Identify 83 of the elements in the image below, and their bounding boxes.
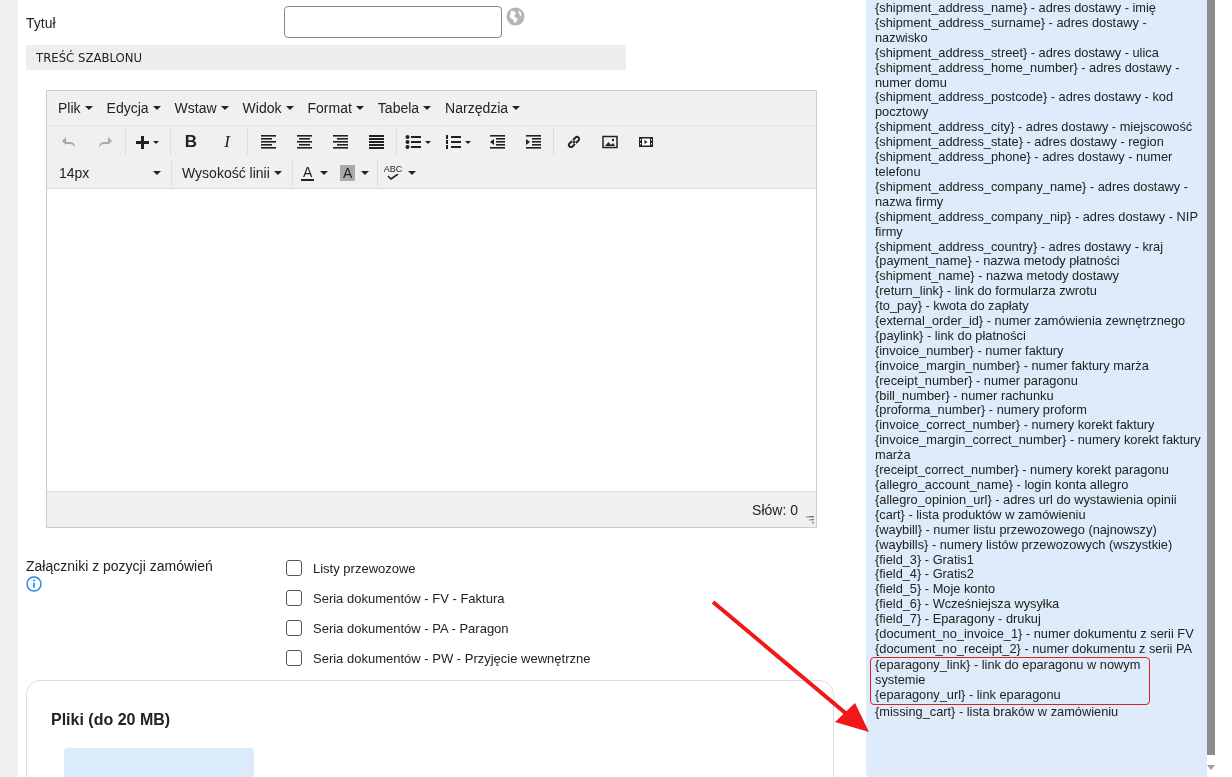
menu-item[interactable]: Wstaw: [174, 100, 229, 116]
checkbox-label[interactable]: Seria dokumentów - FV - Faktura: [313, 590, 505, 606]
indent-icon[interactable]: [525, 133, 541, 150]
section-header: TREŚĆ SZABLONU: [26, 45, 626, 70]
template-variable: {shipment_address_state} - adres dostawy - region: [875, 135, 1165, 151]
template-variable: {shipment_address_surname} - adres dostawy - nazwisko: [875, 15, 1147, 46]
template-variable: {eparagony_link} - link do eparagonu w nowym systemie: [875, 657, 1142, 688]
bold-button[interactable]: B: [173, 127, 209, 156]
checkbox-label[interactable]: Seria dokumentów - PA - Paragon: [313, 620, 509, 636]
template-variable: {waybills} - numery listów przewozowych (wszystkie): [875, 537, 1174, 553]
checkbox[interactable]: [286, 590, 302, 606]
attachments-label: Załączniki z pozycji zamówień: [26, 558, 213, 574]
template-variable: {receipt_correct_number} - numery korekt paragonu: [875, 463, 1170, 478]
italic-button[interactable]: I: [209, 127, 245, 156]
template-variable: {field_4} - Gratis2: [875, 567, 975, 583]
menu-item[interactable]: Edycja: [106, 100, 161, 116]
menu-item[interactable]: Narzędzia: [445, 100, 521, 116]
template-variable: {invoice_margin_number} - numer faktury marża: [875, 358, 1150, 374]
text-color-button[interactable]: A: [294, 158, 335, 187]
checkbox[interactable]: [286, 560, 302, 576]
template-variable: {proforma_number} - numery proform: [875, 403, 1088, 419]
template-variable: {shipment_address_street} - adres dostawy - ulica: [875, 45, 1160, 61]
template-variable: {payment_name} - nazwa metody płatności: [875, 254, 1120, 270]
template-variable: {external_order_id} - numer zamówienia zewnętrznego: [875, 314, 1187, 329]
template-variable: {allegro_account_name} - login konta allegro: [875, 478, 1130, 493]
template-variable: {shipment_address_postcode} - adres dostawy - kod pocztowy: [875, 90, 1175, 121]
checkbox-label[interactable]: Listy przewozowe: [313, 560, 416, 576]
image-icon[interactable]: [602, 133, 618, 150]
template-variable: {cart} - lista produktów w zamówieniu: [875, 507, 1086, 523]
template-variable: {field_7} - Eparagony - drukuj: [875, 612, 1042, 628]
text-align-icon[interactable]: [368, 133, 384, 150]
info-icon[interactable]: [26, 576, 42, 592]
text-align-icon[interactable]: [260, 133, 276, 150]
background-color-button[interactable]: A: [334, 158, 375, 187]
template-variable: {field_5} - Moje konto: [875, 582, 997, 598]
template-variable: {return_link} - link do formularza zwrotu: [875, 284, 1098, 300]
template-variable: {shipment_address_company_nip} - adres dostawy - NIP firmy: [875, 209, 1199, 240]
template-variable: {receipt_number} - numer paragonu: [875, 373, 1078, 389]
files-card-title: Pliki (do 20 MB): [51, 711, 172, 729]
text-align-icon[interactable]: [296, 133, 312, 150]
template-variable: {shipment_address_name} - adres dostawy - imię: [875, 1, 1157, 16]
text-align-icon[interactable]: [332, 133, 348, 150]
menu-item[interactable]: Plik: [58, 100, 93, 116]
word-count: Słów: 0: [752, 501, 798, 518]
title-input[interactable]: [284, 5, 502, 38]
template-variable: {shipment_address_phone} - adres dostawy - numer telefonu: [875, 150, 1174, 180]
spellcheck-button[interactable]: ABC: [379, 158, 421, 187]
checkbox-label[interactable]: Seria dokumentów - PW - Przyjęcie wewnętrzne: [313, 650, 591, 666]
menu-item[interactable]: Widok: [242, 100, 294, 116]
plus-icon[interactable]: [135, 133, 161, 150]
template-variable: {invoice_margin_correct_number} - numery korekt faktury marża: [875, 433, 1201, 464]
template-variable: {shipment_address_city} - adres dostawy - miejscowość: [875, 120, 1194, 136]
template-variable: {shipment_address_country} - adres dostawy - kraj: [875, 239, 1165, 255]
resize-handle-icon[interactable]: [806, 516, 814, 524]
template-variable: {allegro_opinion_url} - adres url do wystawienia opinii: [875, 492, 1178, 508]
template-variable: {document_no_receipt_2} - numer dokumentu z serii PA: [875, 641, 1194, 657]
numbered-list-icon[interactable]: [445, 133, 473, 150]
template-variable: {document_no_invoice_1} - numer dokumentu z serii FV: [875, 627, 1195, 642]
checkbox[interactable]: [286, 620, 302, 636]
template-variable: {missing_cart} - lista braków w zamówieniu: [875, 704, 1120, 720]
bullet-list-icon[interactable]: [405, 133, 433, 150]
template-variable: {invoice_correct_number} - numery korekt faktury: [875, 418, 1156, 434]
template-variable: {to_pay} - kwota do zapłaty: [875, 299, 1030, 315]
template-variable: {paylink} - link do płatności: [875, 328, 1027, 344]
template-variable: {shipment_address_company_name} - adres dostawy - nazwa firmy: [875, 179, 1189, 210]
title-label: Tytuł: [26, 14, 57, 31]
checkbox[interactable]: [286, 650, 302, 666]
template-variable: {shipment_address_home_number} - adres dostawy - numer domu: [875, 60, 1181, 91]
menu-item[interactable]: Format: [307, 100, 364, 116]
template-variable: {field_6} - Wcześniejsza wysyłka: [875, 597, 1061, 613]
template-variable: {eparagony_url} - link eparagonu: [875, 687, 1062, 703]
template-variable: {field_3} - Gratis1: [875, 552, 974, 568]
line-height-dropdown[interactable]: Wysokość linii: [174, 158, 290, 187]
template-variable: {bill_number} - numer rachunku: [875, 388, 1054, 404]
scroll-down-icon[interactable]: [1207, 765, 1215, 771]
template-variable: {invoice_number} - numer faktury: [875, 343, 1065, 359]
font-size-dropdown[interactable]: 14px: [51, 158, 169, 187]
link-icon[interactable]: [566, 133, 582, 150]
template-variable: {waybill} - numer listu przewozowego (najnowszy): [875, 522, 1158, 538]
template-variable: {shipment_name} - nazwa metody dostawy: [875, 269, 1120, 285]
checkmark-icon: [387, 174, 400, 180]
outdent-icon[interactable]: [489, 133, 505, 150]
menu-item[interactable]: Tabela: [377, 100, 432, 116]
